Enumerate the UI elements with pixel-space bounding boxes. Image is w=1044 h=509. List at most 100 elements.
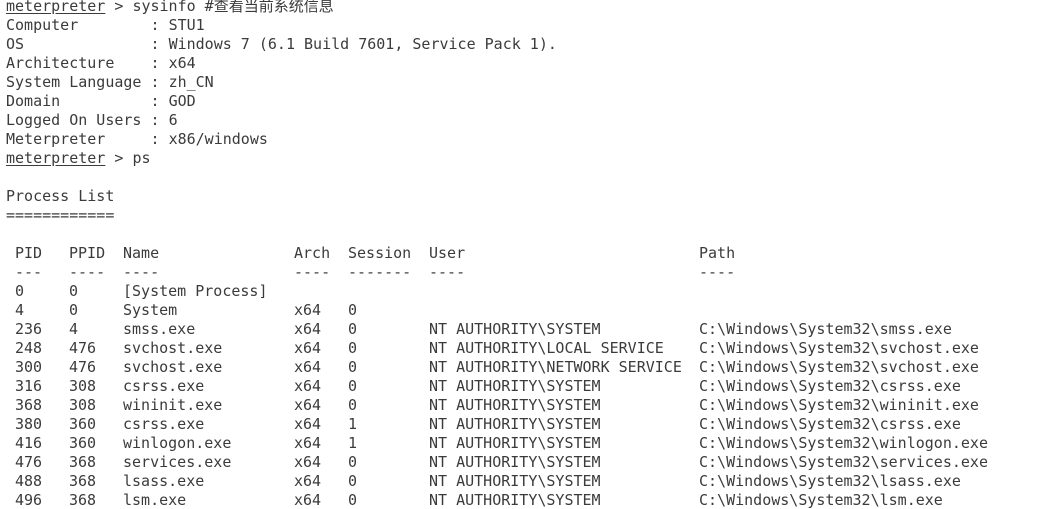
cell-pid: 300 [15, 358, 43, 376]
sysinfo-row: Architecture : x64 [6, 54, 196, 73]
process-row: 0 0 [System Process] [0, 282, 1044, 301]
cell-pid: 0 [15, 282, 25, 300]
sysinfo-separator: : [141, 54, 169, 72]
cell-pid: 248 [15, 339, 43, 357]
prompt-line-ps: meterpreter > ps [6, 149, 151, 168]
cell-pid: 496 [15, 491, 43, 509]
process-row: 496 368 lsm.exe x64 0 NT AUTHORITY\SYSTE… [0, 491, 1044, 509]
cell-pid: 368 [15, 396, 43, 414]
command-text: ps [132, 149, 151, 167]
process-row: 300 476 svchost.exe x64 0 NT AUTHORITY\N… [0, 358, 1044, 377]
cell-name: services.exe [123, 453, 232, 471]
cell-pid: 236 [15, 320, 43, 338]
process-row: 488 368 lsass.exe x64 0 NT AUTHORITY\SYS… [0, 472, 1044, 491]
cell-ppid: 360 [69, 434, 97, 452]
sysinfo-row: Meterpreter : x86/windows [6, 130, 268, 149]
cell-path: C:\Windows\System32\winlogon.exe [699, 434, 988, 452]
process-row: 476 368 services.exe x64 0 NT AUTHORITY\… [0, 453, 1044, 472]
cell-arch: x64 [294, 415, 322, 433]
rule-session: ------- [348, 263, 412, 281]
cell-name: smss.exe [123, 320, 196, 338]
rule-user: ---- [429, 263, 466, 281]
sysinfo-value: x86/windows [168, 130, 268, 148]
cell-arch: x64 [294, 434, 322, 452]
cell-user: NT AUTHORITY\SYSTEM [429, 491, 601, 509]
cell-path: C:\Windows\System32\csrss.exe [699, 415, 961, 433]
terminal-output[interactable]: meterpreter > sysinfo #查看当前系统信息 Computer… [0, 0, 1044, 509]
cell-ppid: 0 [69, 301, 79, 319]
cell-session: 0 [348, 396, 358, 414]
cell-name: csrss.exe [123, 415, 205, 433]
cell-name: svchost.exe [123, 339, 223, 357]
process-table-header-rule: --- ---- ---- ---- ------- ---- ---- [0, 263, 1044, 282]
sysinfo-separator: : [141, 130, 169, 148]
cell-pid: 380 [15, 415, 43, 433]
cell-name: csrss.exe [123, 377, 205, 395]
prompt-separator: > [105, 0, 133, 15]
cell-pid: 416 [15, 434, 43, 452]
prompt-line-sysinfo: meterpreter > sysinfo #查看当前系统信息 [6, 0, 334, 16]
cell-path: C:\Windows\System32\svchost.exe [699, 339, 979, 357]
cell-arch: x64 [294, 301, 322, 319]
sysinfo-value: GOD [168, 92, 196, 110]
cell-session: 0 [348, 472, 358, 490]
cell-arch: x64 [294, 453, 322, 471]
cell-ppid: 360 [69, 415, 97, 433]
cell-path: C:\Windows\System32\wininit.exe [699, 396, 979, 414]
process-row: 380 360 csrss.exe x64 1 NT AUTHORITY\SYS… [0, 415, 1044, 434]
cell-session: 0 [348, 491, 358, 509]
cell-path: C:\Windows\System32\csrss.exe [699, 377, 961, 395]
cell-arch: x64 [294, 377, 322, 395]
sysinfo-key: Domain [6, 92, 142, 110]
cell-session: 0 [348, 453, 358, 471]
sysinfo-row: Domain : GOD [6, 92, 196, 111]
sysinfo-row: Computer : STU1 [6, 16, 205, 35]
cell-arch: x64 [294, 320, 322, 338]
column-header-pid: PID [15, 244, 43, 262]
column-header-session: Session [348, 244, 412, 262]
sysinfo-key: OS [6, 35, 142, 53]
sysinfo-separator: : [141, 111, 169, 129]
cell-path: C:\Windows\System32\lsass.exe [699, 472, 961, 490]
sysinfo-key: Logged On Users [6, 111, 142, 129]
cell-path: C:\Windows\System32\lsm.exe [699, 491, 943, 509]
cell-arch: x64 [294, 396, 322, 414]
cell-pid: 488 [15, 472, 43, 490]
cell-ppid: 308 [69, 396, 97, 414]
cell-ppid: 0 [69, 282, 79, 300]
cell-ppid: 368 [69, 472, 97, 490]
column-header-arch: Arch [294, 244, 331, 262]
sysinfo-key: System Language [6, 73, 142, 91]
sysinfo-value: zh_CN [168, 73, 214, 91]
cell-user: NT AUTHORITY\SYSTEM [429, 453, 601, 471]
column-header-path: Path [699, 244, 736, 262]
rule-arch: ---- [294, 263, 331, 281]
process-row: 316 308 csrss.exe x64 0 NT AUTHORITY\SYS… [0, 377, 1044, 396]
cell-pid: 316 [15, 377, 43, 395]
command-text: sysinfo #查看当前系统信息 [132, 0, 334, 15]
process-table-header: PID PPID Name Arch Session User Path [0, 244, 1044, 263]
cell-user: NT AUTHORITY\NETWORK SERVICE [429, 358, 682, 376]
cell-session: 0 [348, 320, 358, 338]
sysinfo-key: Architecture [6, 54, 142, 72]
rule-name: ---- [123, 263, 160, 281]
cell-user: NT AUTHORITY\SYSTEM [429, 377, 601, 395]
sysinfo-separator: : [141, 92, 169, 110]
cell-name: winlogon.exe [123, 434, 232, 452]
cell-ppid: 368 [69, 453, 97, 471]
cell-ppid: 4 [69, 320, 79, 338]
cell-name: lsm.exe [123, 491, 187, 509]
cell-session: 0 [348, 339, 358, 357]
cell-path: C:\Windows\System32\svchost.exe [699, 358, 979, 376]
sysinfo-value: STU1 [168, 16, 205, 34]
cell-user: NT AUTHORITY\SYSTEM [429, 415, 601, 433]
cell-user: NT AUTHORITY\SYSTEM [429, 434, 601, 452]
cell-pid: 476 [15, 453, 43, 471]
process-list-title: Process List [6, 187, 115, 205]
sysinfo-separator: : [141, 73, 169, 91]
cell-session: 1 [348, 434, 358, 452]
cell-ppid: 368 [69, 491, 97, 509]
prompt-label: meterpreter [6, 0, 106, 15]
sysinfo-separator: : [141, 35, 169, 53]
sysinfo-row: Logged On Users : 6 [6, 111, 178, 130]
